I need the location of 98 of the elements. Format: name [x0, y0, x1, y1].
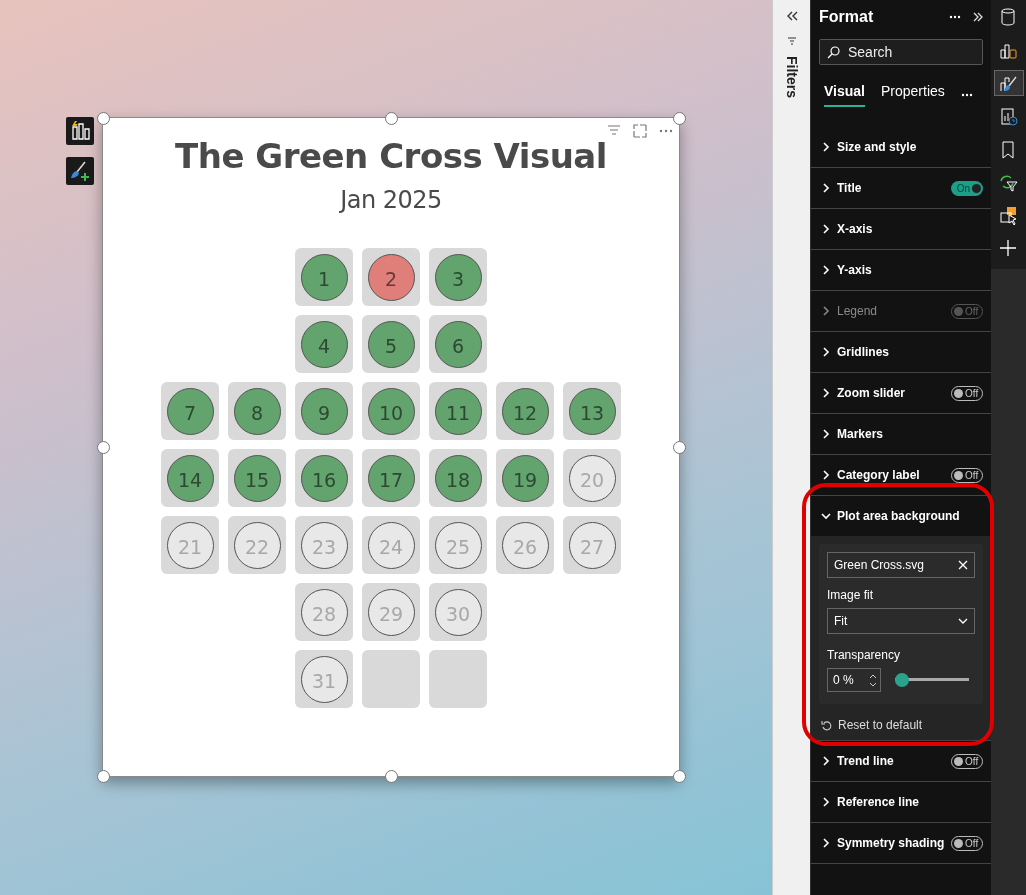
- day-marker: 8: [233, 387, 281, 435]
- day-marker: 25: [434, 521, 482, 569]
- section-label: X-axis: [837, 222, 874, 236]
- image-fit-dropdown[interactable]: Fit: [827, 608, 975, 634]
- selection-pointer-icon[interactable]: [999, 205, 1018, 225]
- day-marker: 3: [434, 253, 482, 301]
- report-clock-icon[interactable]: [999, 106, 1018, 126]
- pane-title: Format: [819, 8, 875, 26]
- pane-tab[interactable]: Visual: [824, 83, 865, 107]
- section-label: Y-axis: [837, 263, 873, 277]
- section-header[interactable]: Reference line: [811, 782, 991, 822]
- spinner-arrows-icon[interactable]: [869, 672, 877, 688]
- day-marker: 21: [166, 521, 214, 569]
- section-header[interactable]: Plot area background: [811, 496, 991, 536]
- chevron-down-icon: [958, 617, 968, 625]
- section-label: Symmetry shading: [837, 836, 945, 850]
- quick-insights-button[interactable]: [66, 117, 94, 145]
- day-marker: 22: [233, 521, 281, 569]
- resize-handle[interactable]: [673, 112, 686, 125]
- section-header[interactable]: Y-axis: [811, 250, 991, 290]
- slider-thumb[interactable]: [895, 673, 909, 687]
- day-marker: 1: [300, 253, 348, 301]
- day-marker: 30: [434, 588, 482, 636]
- data-cylinder-icon[interactable]: [999, 7, 1018, 27]
- toggle-switch[interactable]: On: [951, 180, 983, 196]
- day-marker: 11: [434, 387, 482, 435]
- add-icon[interactable]: [999, 238, 1018, 258]
- day-marker: 28: [300, 588, 348, 636]
- visual-title: The Green Cross Visual: [175, 136, 607, 176]
- section-label: Reference line: [837, 795, 921, 809]
- day-marker: 7: [166, 387, 214, 435]
- pane-tab[interactable]: Properties: [881, 83, 945, 107]
- format-visual-button[interactable]: [66, 157, 94, 185]
- visual-subtitle: Jan 2025: [340, 186, 442, 214]
- day-marker: 23: [300, 521, 348, 569]
- day-marker: 4: [300, 320, 348, 368]
- section-header[interactable]: Trend line Off: [811, 741, 991, 781]
- section-header[interactable]: Size and style: [811, 127, 991, 167]
- close-icon[interactable]: [958, 560, 968, 570]
- day-marker: 26: [501, 521, 549, 569]
- reset-icon: [821, 719, 832, 731]
- day-marker: 18: [434, 454, 482, 502]
- resize-handle[interactable]: [97, 441, 110, 454]
- day-marker: 5: [367, 320, 415, 368]
- section-label: Gridlines: [837, 345, 890, 359]
- day-marker: 12: [501, 387, 549, 435]
- day-marker: 17: [367, 454, 415, 502]
- resize-handle[interactable]: [385, 770, 398, 783]
- section-label: Legend: [837, 304, 879, 318]
- section-label: Category label: [837, 468, 921, 482]
- section-label: Title: [837, 181, 863, 195]
- section-label: Zoom slider: [837, 386, 906, 400]
- empty-tile: [362, 650, 420, 708]
- section-header[interactable]: Category label Off: [811, 455, 991, 495]
- field-label: Image fit: [827, 588, 875, 602]
- section-header[interactable]: Symmetry shading Off: [811, 823, 991, 863]
- day-marker: 24: [367, 521, 415, 569]
- more-options-icon[interactable]: [949, 13, 961, 21]
- filters-pane-label[interactable]: Filters: [783, 56, 800, 98]
- day-marker: 20: [568, 454, 616, 502]
- section-label: Trend line: [837, 754, 895, 768]
- day-marker: 13: [568, 387, 616, 435]
- day-marker: 31: [300, 655, 348, 703]
- empty-tile: [429, 650, 487, 708]
- file-field[interactable]: Green Cross.svg: [827, 552, 975, 578]
- paintbrush-plus-icon: [69, 160, 91, 182]
- section-label: Size and style: [837, 140, 918, 154]
- day-marker: 2: [367, 253, 415, 301]
- filter-icon: [786, 36, 797, 46]
- more-options-icon[interactable]: [960, 91, 973, 99]
- chart-lightning-icon: [69, 120, 91, 142]
- day-marker: 9: [300, 387, 348, 435]
- day-marker: 15: [233, 454, 281, 502]
- section-header[interactable]: Markers: [811, 414, 991, 454]
- resize-handle[interactable]: [673, 441, 686, 454]
- day-marker: 10: [367, 387, 415, 435]
- search-field[interactable]: Search: [819, 39, 983, 65]
- reset-link[interactable]: Reset to default: [819, 718, 925, 732]
- resize-handle[interactable]: [385, 112, 398, 125]
- search-icon: [827, 46, 840, 59]
- resize-handle[interactable]: [97, 770, 110, 783]
- day-marker: 14: [166, 454, 214, 502]
- day-marker: 6: [434, 320, 482, 368]
- section-header[interactable]: Title On: [811, 168, 991, 208]
- section-header[interactable]: X-axis: [811, 209, 991, 249]
- resize-handle[interactable]: [97, 112, 110, 125]
- resize-handle[interactable]: [673, 770, 686, 783]
- section-header[interactable]: Gridlines: [811, 332, 991, 372]
- field-label: Transparency: [827, 648, 901, 662]
- day-marker: 16: [300, 454, 348, 502]
- collapse-icon[interactable]: [785, 10, 798, 22]
- section-label: Plot area background: [837, 509, 961, 523]
- section-label: Markers: [837, 427, 885, 441]
- day-marker: 27: [568, 521, 616, 569]
- transparency-spinbox[interactable]: 0 %: [827, 668, 881, 692]
- section-header[interactable]: Zoom slider Off: [811, 373, 991, 413]
- day-marker: 29: [367, 588, 415, 636]
- day-marker: 19: [501, 454, 549, 502]
